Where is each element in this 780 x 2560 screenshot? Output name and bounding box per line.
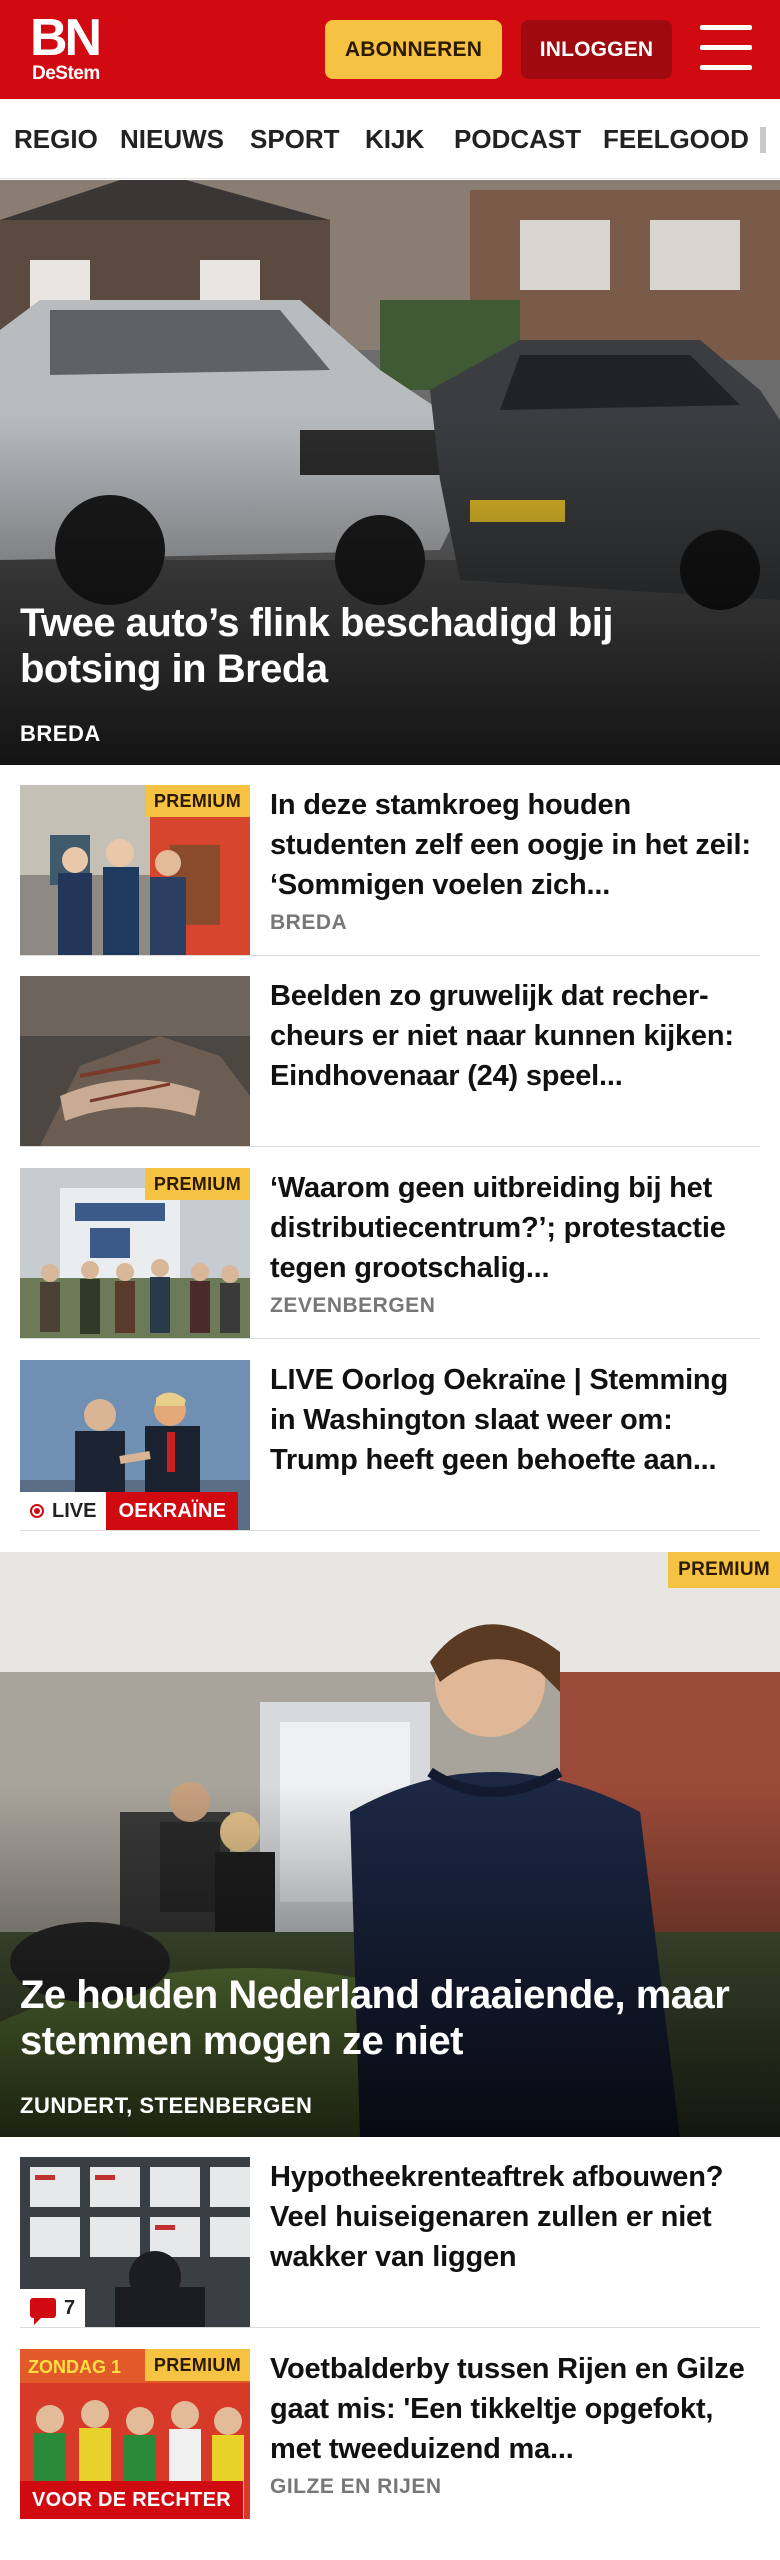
hero-location: BREDA xyxy=(20,721,101,746)
logo-sub-text: DeStem xyxy=(32,63,100,84)
list-item[interactable]: 7 Hypotheekrenteaftrek afbouwen? Veel hu… xyxy=(20,2157,760,2327)
premium-badge: PREMIUM xyxy=(144,1168,250,1200)
divider xyxy=(20,1338,760,1339)
nav-item-regio[interactable]: REGIO xyxy=(14,99,98,178)
live-tag: LIVE OEKRAÏNE xyxy=(20,1492,239,1530)
comment-count: 7 xyxy=(64,2296,76,2319)
nav-item-nieuws[interactable]: NIEUWS xyxy=(120,99,224,178)
hero-article-workers[interactable]: PREMIUM Ze houden Nederland draaiende, m… xyxy=(0,1552,780,2137)
divider xyxy=(20,1530,760,1531)
article-title[interactable]: Beelden zo gruwelijk dat recher­cheurs e… xyxy=(270,976,760,1096)
article-title[interactable]: In deze stamkroeg houden studenten zelf … xyxy=(270,785,760,905)
divider xyxy=(20,955,760,956)
article-title[interactable]: Voetbalderby tussen Rijen en Gilze gaat … xyxy=(270,2349,760,2469)
article-title[interactable]: Hypotheekrenteaftrek afbouwen? Veel huis… xyxy=(270,2157,760,2277)
premium-badge: PREMIUM xyxy=(144,2349,250,2381)
article-location: GILZE EN RIJEN xyxy=(270,2475,442,2498)
divider xyxy=(20,1146,760,1147)
hero-title[interactable]: Twee auto’s flink beschadigd bij botsing… xyxy=(20,600,760,692)
live-indicator-icon xyxy=(30,1504,44,1518)
nav-item-podcast[interactable]: PODCAST xyxy=(454,99,581,178)
list-item[interactable]: ZONDAG 1 PREMIUM VOOR DE RECHTER Voetbal… xyxy=(20,2349,760,2519)
article-thumbnail: ZONDAG 1 PREMIUM VOOR DE RECHTER xyxy=(20,2349,250,2519)
hero-article-crash[interactable]: Twee auto’s flink beschadigd bij botsing… xyxy=(0,180,780,765)
list-item[interactable]: PREMIUM ‘Waarom geen uitbreiding bij het… xyxy=(20,1168,760,1338)
nav-item-feelgood[interactable]: FEELGOOD xyxy=(603,99,749,178)
hero-gradient-overlay xyxy=(0,1786,780,2137)
hero-title[interactable]: Ze houden Nederland draaiende, maar stem… xyxy=(20,1972,760,2064)
nav-overflow-indicator xyxy=(760,127,766,153)
article-thumbnail: PREMIUM xyxy=(20,785,250,955)
topic-tag: VOOR DE RECHTER xyxy=(20,2481,243,2519)
live-label: LIVE xyxy=(52,1499,97,1522)
section-nav: REGIO NIEUWS SPORT KIJK PODCAST FEELGOOD xyxy=(0,99,780,179)
list-item[interactable]: PREMIUM In deze stamkroeg houden student… xyxy=(20,785,760,955)
hero-gradient-overlay xyxy=(0,414,780,765)
site-logo[interactable]: BN DeStem xyxy=(30,10,110,86)
premium-badge: PREMIUM xyxy=(144,785,250,817)
topic-tag: OEKRAÏNE xyxy=(106,1492,239,1530)
site-header: BN DeStem ABONNEREN INLOGGEN xyxy=(0,0,780,99)
article-thumbnail: 7 xyxy=(20,2157,250,2327)
nav-item-kijk[interactable]: KIJK xyxy=(365,99,424,178)
nav-item-sport[interactable]: SPORT xyxy=(250,99,340,178)
comment-icon xyxy=(30,2298,56,2325)
image-caption-text: ZONDAG 1 xyxy=(28,2357,121,2377)
article-thumbnail xyxy=(20,976,250,1146)
list-item[interactable]: Beelden zo gruwelijk dat recher­cheurs e… xyxy=(20,976,760,1146)
article-title[interactable]: LIVE Oorlog Oekraïne | Stemming in Washi… xyxy=(270,1360,760,1480)
hamburger-menu-icon[interactable] xyxy=(700,25,752,71)
login-button[interactable]: INLOGGEN xyxy=(521,20,672,79)
logo-main-text: BN xyxy=(30,9,102,67)
premium-badge: PREMIUM xyxy=(668,1552,780,1588)
divider xyxy=(20,2327,760,2328)
article-title[interactable]: ‘Waarom geen uitbreiding bij het distrib… xyxy=(270,1168,760,1288)
article-thumbnail: LIVE OEKRAÏNE xyxy=(20,1360,250,1530)
hero-location: ZUNDERT, STEENBERGEN xyxy=(20,2093,313,2118)
list-item[interactable]: LIVE OEKRAÏNE LIVE Oorlog Oekraïne | Ste… xyxy=(20,1360,760,1530)
subscribe-button[interactable]: ABONNEREN xyxy=(325,20,502,79)
article-location: ZEVENBERGEN xyxy=(270,1294,436,1317)
article-location: BREDA xyxy=(270,911,348,934)
comment-count-badge: 7 xyxy=(20,2289,86,2327)
article-thumbnail: PREMIUM xyxy=(20,1168,250,1338)
